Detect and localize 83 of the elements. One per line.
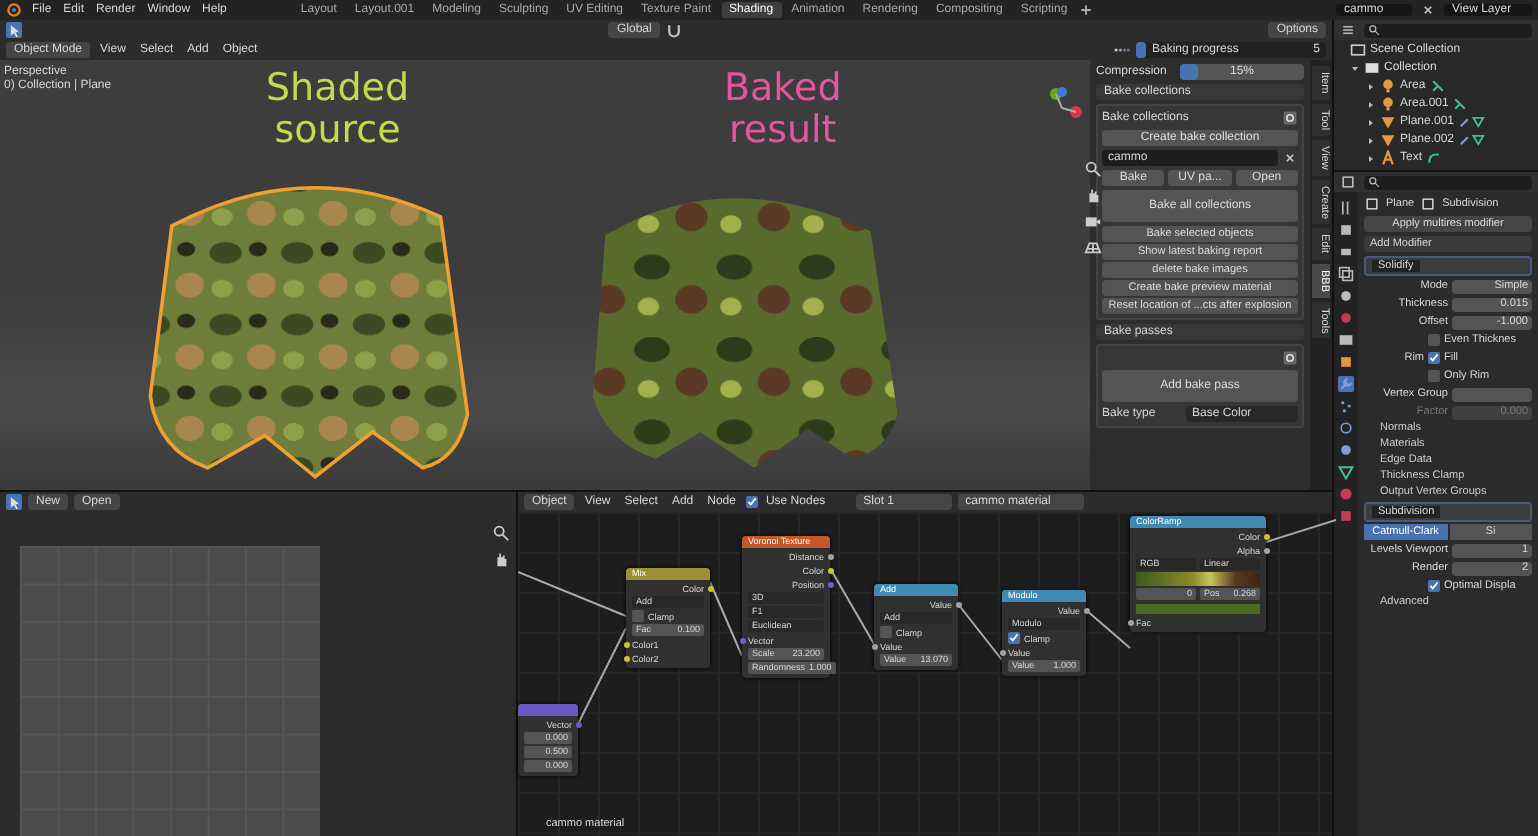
viewport-label: Shaded source	[266, 68, 410, 152]
search-field[interactable]	[1364, 175, 1532, 189]
search-icon	[1368, 176, 1380, 188]
modifier-icon	[1420, 196, 1437, 212]
shading-spheres-icon[interactable]	[1114, 42, 1130, 58]
physics-icon[interactable]	[1338, 420, 1354, 436]
socket-icon[interactable]	[623, 655, 629, 661]
socket-icon[interactable]	[999, 649, 1005, 655]
mesh-data-icon[interactable]	[1338, 464, 1354, 480]
node-link	[709, 581, 743, 657]
disclosure-triangle-icon[interactable]	[1366, 135, 1376, 145]
socket-icon[interactable]	[827, 553, 833, 559]
socket-icon[interactable]	[827, 567, 833, 573]
scene-icon[interactable]	[1338, 288, 1354, 304]
mesh-icon	[1364, 196, 1380, 212]
hand-icon[interactable]	[492, 550, 510, 568]
zoom-icon[interactable]	[1084, 160, 1102, 178]
node-link	[577, 627, 627, 725]
checkbox[interactable]	[1008, 632, 1020, 644]
zoom-icon[interactable]	[492, 524, 510, 542]
disclosure-triangle-icon[interactable]	[1366, 99, 1376, 109]
color-ramp-gradient[interactable]	[1136, 572, 1260, 586]
list-icon[interactable]	[1340, 22, 1356, 38]
scene-collection-icon	[1350, 42, 1366, 58]
camera-icon[interactable]	[1084, 212, 1102, 230]
socket-icon[interactable]	[1083, 607, 1089, 613]
letter-icon	[1380, 150, 1396, 166]
socket-icon[interactable]	[955, 601, 961, 607]
disclosure-triangle-icon[interactable]	[1366, 81, 1376, 91]
properties-icon[interactable]	[1340, 174, 1356, 190]
cursor-icon[interactable]	[6, 494, 22, 510]
socket-icon[interactable]	[707, 585, 713, 591]
checkbox[interactable]	[1428, 334, 1440, 346]
light-data-icon[interactable]	[1452, 96, 1469, 112]
magnet-icon[interactable]	[665, 22, 682, 38]
object-icon[interactable]	[1338, 354, 1354, 370]
checkbox[interactable]	[1428, 580, 1440, 592]
socket-icon[interactable]	[871, 643, 877, 649]
world-icon[interactable]	[1338, 310, 1354, 326]
light-data-icon[interactable]	[1429, 78, 1446, 94]
collection-icon	[1364, 60, 1380, 76]
disclosure-triangle-icon[interactable]	[1366, 117, 1376, 127]
color-swatch[interactable]	[1136, 603, 1260, 613]
close-icon[interactable]	[1420, 2, 1436, 18]
close-icon[interactable]	[1282, 150, 1298, 166]
material-icon[interactable]	[1338, 486, 1354, 502]
node-link	[518, 571, 627, 617]
cursor-icon[interactable]	[6, 22, 22, 38]
checkbox[interactable]	[1428, 370, 1440, 382]
checkbox[interactable]	[880, 626, 892, 638]
socket-icon[interactable]	[623, 641, 629, 647]
viewport-label: Baked result	[724, 68, 842, 152]
disclosure-triangle-icon[interactable]	[1350, 63, 1360, 73]
grid-icon[interactable]	[1084, 238, 1102, 256]
checkbox[interactable]	[745, 496, 758, 508]
view-layer-icon[interactable]	[1338, 266, 1354, 282]
texture-icon[interactable]	[1338, 508, 1354, 524]
hand-icon[interactable]	[1084, 186, 1102, 204]
blender-logo-icon[interactable]	[6, 2, 22, 18]
search-field[interactable]	[1364, 23, 1532, 37]
disclosure-triangle-icon[interactable]	[1366, 153, 1376, 163]
collection-icon[interactable]	[1338, 332, 1354, 348]
render-icon[interactable]	[1338, 222, 1354, 238]
modifier-mesh-icons[interactable]	[1458, 132, 1487, 148]
help-icon[interactable]	[1282, 110, 1298, 126]
particles-icon[interactable]	[1338, 398, 1354, 414]
socket-icon[interactable]	[1127, 619, 1133, 625]
socket-icon[interactable]	[1263, 533, 1269, 539]
checkbox[interactable]	[1428, 352, 1440, 364]
value-field[interactable]	[1452, 387, 1532, 401]
tool-icon[interactable]	[1338, 200, 1354, 216]
modifier-mesh-icons[interactable]	[1458, 114, 1487, 130]
help-icon[interactable]	[1282, 350, 1298, 366]
constraint-icon[interactable]	[1338, 442, 1354, 458]
search-icon	[1368, 24, 1380, 36]
node-link	[1085, 609, 1131, 649]
checkbox[interactable]	[632, 610, 644, 622]
output-icon[interactable]	[1338, 244, 1354, 260]
node-link	[1265, 519, 1336, 543]
curve-data-icon[interactable]	[1426, 150, 1443, 166]
node-link	[957, 603, 1003, 661]
socket-icon[interactable]	[1263, 547, 1269, 553]
plus-icon[interactable]	[1077, 2, 1094, 18]
